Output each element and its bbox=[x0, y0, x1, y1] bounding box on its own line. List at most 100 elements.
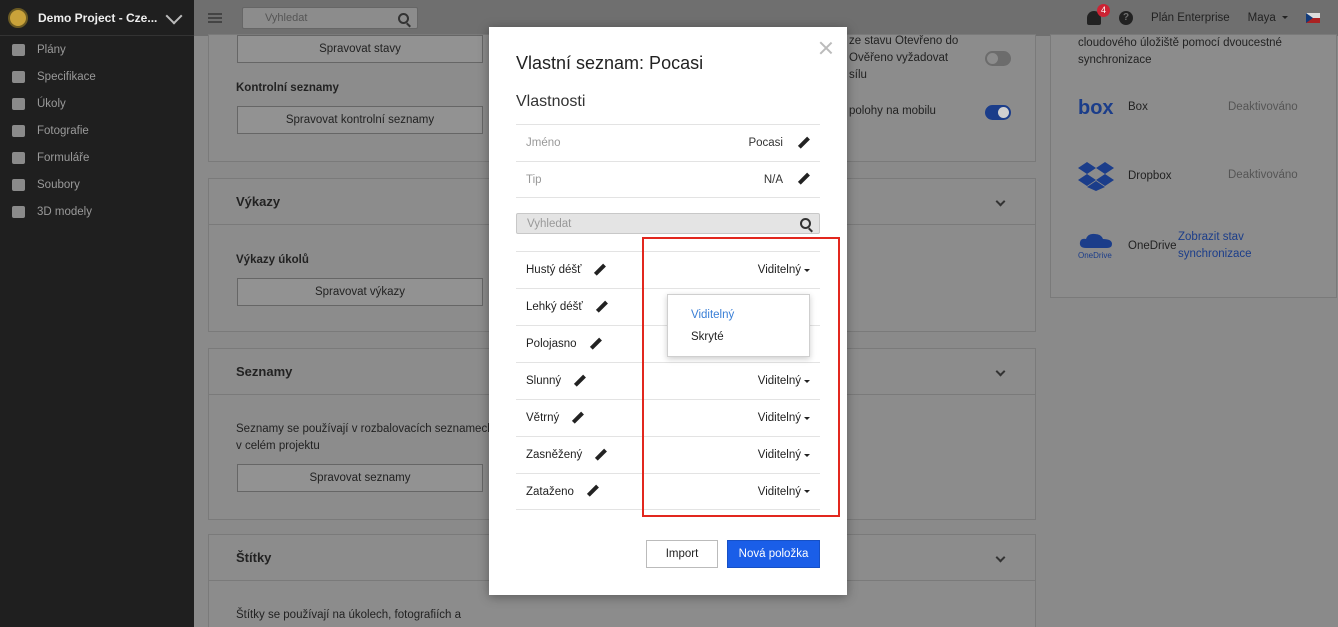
setting-text: Ověřeno vyžadovat bbox=[849, 52, 949, 64]
sidebar-item-label: Úkoly bbox=[37, 97, 66, 110]
property-value: N/A bbox=[763, 173, 783, 186]
help-icon[interactable]: ? bbox=[1119, 11, 1134, 25]
setting-toggle[interactable] bbox=[985, 51, 1011, 66]
mobile-location-toggle[interactable] bbox=[985, 105, 1011, 120]
sidebar-item-label: Specifikace bbox=[37, 70, 96, 83]
dropbox-icon bbox=[1078, 162, 1114, 191]
cloud-storage-card: cloudového úložiště pomocí dvoucestné sy… bbox=[1050, 34, 1337, 298]
edit-pencil-icon[interactable] bbox=[586, 485, 599, 498]
onedrive-name: OneDrive bbox=[1128, 240, 1177, 252]
top-search-input[interactable]: Vyhledat bbox=[242, 7, 418, 29]
edit-pencil-icon[interactable] bbox=[589, 338, 602, 351]
project-switcher[interactable]: Demo Project - Cze... bbox=[0, 0, 194, 36]
search-placeholder: Vyhledat bbox=[265, 12, 308, 24]
edit-pencil-icon[interactable] bbox=[595, 301, 608, 314]
property-row-tip: Tip N/A bbox=[516, 161, 820, 198]
sync-status-link[interactable]: Zobrazit stav synchronizace bbox=[1178, 229, 1252, 263]
map-icon bbox=[12, 43, 25, 56]
highlight-box bbox=[642, 237, 840, 517]
property-key: Jméno bbox=[526, 137, 561, 149]
chevron-down-icon bbox=[165, 7, 183, 24]
sidebar-item-forms[interactable]: Formuláře bbox=[0, 144, 194, 171]
search-icon[interactable] bbox=[398, 12, 409, 24]
onedrive-icon bbox=[1079, 233, 1112, 248]
modal-title: Vlastní seznam: Pocasi bbox=[516, 53, 704, 73]
properties-heading: Vlastnosti bbox=[516, 93, 586, 110]
close-icon[interactable] bbox=[819, 41, 833, 55]
menu-icon[interactable] bbox=[208, 13, 222, 23]
project-name: Demo Project - Cze... bbox=[38, 10, 158, 25]
edit-pencil-icon[interactable] bbox=[593, 264, 606, 277]
reports-title: Výkazy bbox=[236, 194, 281, 209]
sidebar-item-photos[interactable]: Fotografie bbox=[0, 117, 194, 144]
chevron-down-icon bbox=[995, 552, 1006, 563]
new-item-button[interactable]: Nová položka bbox=[727, 540, 820, 568]
bell-icon[interactable]: 4 bbox=[1087, 4, 1111, 25]
manage-reports-button[interactable]: Spravovat výkazy bbox=[237, 278, 483, 306]
sidebar-item-label: Soubory bbox=[37, 178, 80, 191]
item-name: Zataženo bbox=[526, 485, 574, 498]
sidebar-item-label: Fotografie bbox=[37, 124, 89, 137]
edit-pencil-icon[interactable] bbox=[797, 137, 810, 150]
edit-pencil-icon[interactable] bbox=[797, 173, 810, 186]
sidebar-item-files[interactable]: Soubory bbox=[0, 171, 194, 198]
sidebar-item-tasks[interactable]: Úkoly bbox=[0, 90, 194, 117]
plan-link[interactable]: Plán Enterprise bbox=[1151, 12, 1230, 24]
manage-lists-button[interactable]: Spravovat seznamy bbox=[237, 464, 483, 492]
sidebar-item-label: 3D modely bbox=[37, 205, 92, 218]
lists-title: Seznamy bbox=[236, 364, 293, 379]
user-name: Maya bbox=[1247, 12, 1276, 24]
sidebar-item-3d-models[interactable]: 3D modely bbox=[0, 198, 194, 225]
item-name: Slunný bbox=[526, 375, 562, 387]
onedrive-logo-text: OneDrive bbox=[1078, 251, 1112, 260]
checklists-label: Kontrolní seznamy bbox=[236, 82, 339, 94]
item-name: Hustý déšť bbox=[526, 264, 582, 276]
lists-description: v celém projektu bbox=[236, 440, 320, 452]
dropbox-name: Dropbox bbox=[1128, 170, 1172, 182]
search-icon[interactable] bbox=[800, 218, 811, 229]
item-name: Větrný bbox=[526, 412, 560, 424]
search-placeholder: Vyhledat bbox=[527, 217, 572, 230]
document-icon bbox=[12, 70, 25, 83]
setting-text: polohy na mobilu bbox=[849, 105, 936, 117]
paperclip-icon bbox=[12, 178, 25, 191]
storage-description: cloudového úložiště pomocí dvoucestné bbox=[1078, 37, 1282, 49]
property-value: Pocasi bbox=[748, 137, 783, 149]
sidebar-item-specs[interactable]: Specifikace bbox=[0, 63, 194, 90]
setting-text: sílu bbox=[849, 69, 867, 81]
box-status: Deaktivováno bbox=[1228, 101, 1298, 113]
caret-down-icon bbox=[1282, 16, 1288, 20]
storage-description: synchronizace bbox=[1078, 54, 1152, 66]
dropbox-status: Deaktivováno bbox=[1228, 169, 1298, 181]
manage-states-button[interactable]: Spravovat stavy bbox=[237, 35, 483, 63]
czech-flag-icon[interactable] bbox=[1306, 13, 1320, 23]
tags-title: Štítky bbox=[236, 550, 272, 565]
sync-link-line: synchronizace bbox=[1178, 248, 1252, 260]
user-menu[interactable]: Maya bbox=[1248, 12, 1288, 24]
setting-text: ze stavu Otevřeno do bbox=[849, 35, 959, 47]
item-name: Zasněžený bbox=[526, 449, 583, 461]
sidebar-item-label: Plány bbox=[37, 43, 66, 56]
chevron-down-icon bbox=[995, 196, 1006, 207]
box-logo: box bbox=[1078, 97, 1114, 119]
property-row-name: Jméno Pocasi bbox=[516, 124, 820, 161]
edit-pencil-icon[interactable] bbox=[571, 412, 584, 425]
import-button[interactable]: Import bbox=[646, 540, 718, 568]
list-icon bbox=[12, 97, 25, 110]
notification-badge: 4 bbox=[1097, 4, 1111, 17]
property-key: Tip bbox=[526, 173, 542, 186]
sidebar: Demo Project - Cze... Plány Specifikace … bbox=[0, 0, 194, 627]
modal-search-input[interactable]: Vyhledat bbox=[516, 213, 820, 234]
item-name: Polojasno bbox=[526, 338, 577, 350]
sidebar-item-label: Formuláře bbox=[37, 151, 90, 164]
chevron-down-icon bbox=[995, 366, 1006, 377]
item-name: Lehký déšť bbox=[526, 301, 583, 313]
sync-link-line: Zobrazit stav bbox=[1178, 231, 1244, 243]
clipboard-icon bbox=[12, 151, 25, 164]
sidebar-item-plans[interactable]: Plány bbox=[0, 36, 194, 63]
manage-checklists-button[interactable]: Spravovat kontrolní seznamy bbox=[237, 106, 483, 134]
lists-description: Seznamy se používají v rozbalovacích sez… bbox=[236, 423, 494, 435]
edit-pencil-icon[interactable] bbox=[594, 449, 607, 462]
box-name: Box bbox=[1128, 101, 1148, 113]
edit-pencil-icon[interactable] bbox=[573, 375, 586, 388]
